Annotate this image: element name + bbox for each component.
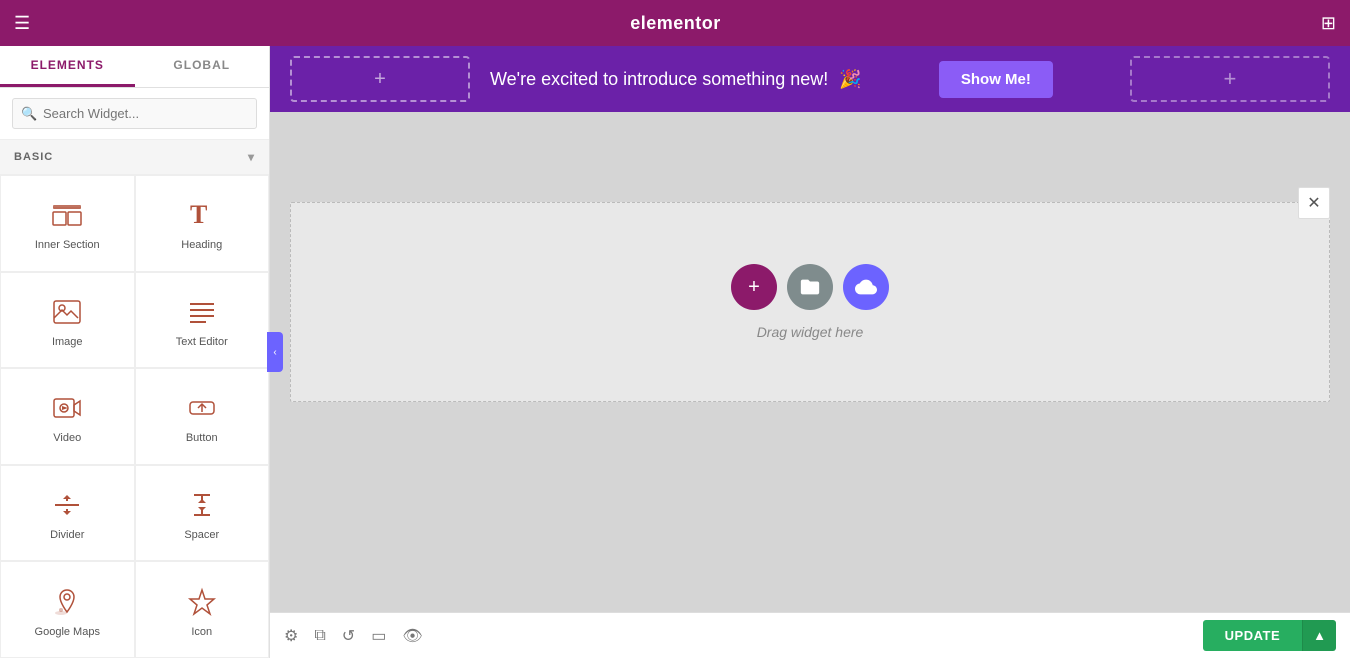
top-bar-right: ⊞ (1321, 13, 1336, 34)
responsive-icon[interactable]: ▭ (371, 626, 386, 646)
tab-global[interactable]: GLOBAL (135, 46, 270, 87)
widget-video[interactable]: Video (0, 368, 135, 465)
update-arrow-button[interactable]: ▲ (1302, 620, 1336, 651)
chevron-down-icon: ▾ (248, 150, 255, 164)
settings-icon[interactable]: ⚙ (284, 626, 298, 646)
widget-spacer-label: Spacer (184, 529, 219, 541)
button-icon (186, 392, 218, 424)
main-content: + We're excited to introduce something n… (270, 46, 1350, 658)
main-layout: ELEMENTS GLOBAL 🔍 BASIC ▾ (0, 46, 1350, 658)
canvas-section: ✕ + Drag widget here (290, 202, 1330, 402)
promo-left: + We're excited to introduce something n… (290, 56, 862, 102)
widget-inner-section-label: Inner Section (35, 239, 100, 251)
add-widget-button[interactable]: + (731, 264, 777, 310)
divider-icon (51, 489, 83, 521)
top-bar-left: ☰ (14, 13, 30, 34)
history-icon[interactable]: ↺ (342, 626, 355, 646)
hamburger-icon[interactable]: ☰ (14, 13, 30, 34)
promo-text: We're excited to introduce something new… (490, 69, 862, 90)
action-icons: + (731, 264, 889, 310)
basic-section-label: BASIC (14, 151, 53, 163)
top-bar: ☰ elementor ⊞ (0, 0, 1350, 46)
close-button[interactable]: ✕ (1298, 187, 1330, 219)
collapse-sidebar-button[interactable]: ‹ (267, 332, 283, 372)
bottom-left-icons: ⚙ ⧉ ↺ ▭ 👁 (284, 626, 423, 646)
widget-image[interactable]: Image (0, 272, 135, 369)
canvas-area: ✕ + Drag widget here (270, 112, 1350, 612)
widget-google-maps[interactable]: Google Maps (0, 561, 135, 658)
text-editor-icon (186, 296, 218, 328)
sidebar: ELEMENTS GLOBAL 🔍 BASIC ▾ (0, 46, 270, 658)
widget-button-label: Button (186, 432, 218, 444)
promo-banner: + We're excited to introduce something n… (270, 46, 1350, 112)
spacer-icon (186, 489, 218, 521)
grid-icon[interactable]: ⊞ (1321, 13, 1336, 34)
inner-section-icon (51, 199, 83, 231)
widget-spacer[interactable]: Spacer (135, 465, 270, 562)
widget-icon-label: Icon (191, 626, 212, 638)
folder-button[interactable] (787, 264, 833, 310)
video-icon (51, 392, 83, 424)
app-title: elementor (630, 13, 721, 34)
layers-icon[interactable]: ⧉ (314, 627, 325, 645)
widget-inner-section[interactable]: Inner Section (0, 175, 135, 272)
cloud-icon (855, 276, 877, 298)
widget-text-editor[interactable]: Text Editor (135, 272, 270, 369)
promo-emoji: 🎉 (839, 69, 861, 89)
svg-text:T: T (190, 200, 207, 229)
show-me-button[interactable]: Show Me! (939, 61, 1053, 98)
widget-icon[interactable]: Icon (135, 561, 270, 658)
basic-section-header: BASIC ▾ (0, 140, 269, 175)
search-box: 🔍 (0, 88, 269, 140)
widgets-grid: Inner Section T Heading Image (0, 175, 269, 658)
heading-icon: T (186, 199, 218, 231)
search-input[interactable] (12, 98, 257, 129)
drag-widget-text: Drag widget here (757, 324, 864, 340)
search-icon: 🔍 (21, 106, 37, 122)
icon-widget-icon (186, 586, 218, 618)
update-button-wrap: UPDATE ▲ (1203, 620, 1336, 651)
widget-heading-label: Heading (181, 239, 222, 251)
widget-divider[interactable]: Divider (0, 465, 135, 562)
widget-video-label: Video (53, 432, 81, 444)
google-maps-icon (51, 586, 83, 618)
widget-divider-label: Divider (50, 529, 84, 541)
bottom-toolbar: ⚙ ⧉ ↺ ▭ 👁 UPDATE ▲ (270, 612, 1350, 658)
widget-image-label: Image (52, 336, 83, 348)
widget-button[interactable]: Button (135, 368, 270, 465)
widget-heading[interactable]: T Heading (135, 175, 270, 272)
image-icon (51, 296, 83, 328)
widget-text-editor-label: Text Editor (176, 336, 228, 348)
sidebar-tabs: ELEMENTS GLOBAL (0, 46, 269, 88)
eye-icon[interactable]: 👁 (402, 626, 422, 646)
widget-google-maps-label: Google Maps (35, 626, 100, 638)
update-button[interactable]: UPDATE (1203, 620, 1302, 651)
folder-icon (799, 276, 821, 298)
tab-elements[interactable]: ELEMENTS (0, 46, 135, 87)
promo-add-right-button[interactable]: + (1130, 56, 1330, 102)
cloud-button[interactable] (843, 264, 889, 310)
promo-add-left-button[interactable]: + (290, 56, 470, 102)
